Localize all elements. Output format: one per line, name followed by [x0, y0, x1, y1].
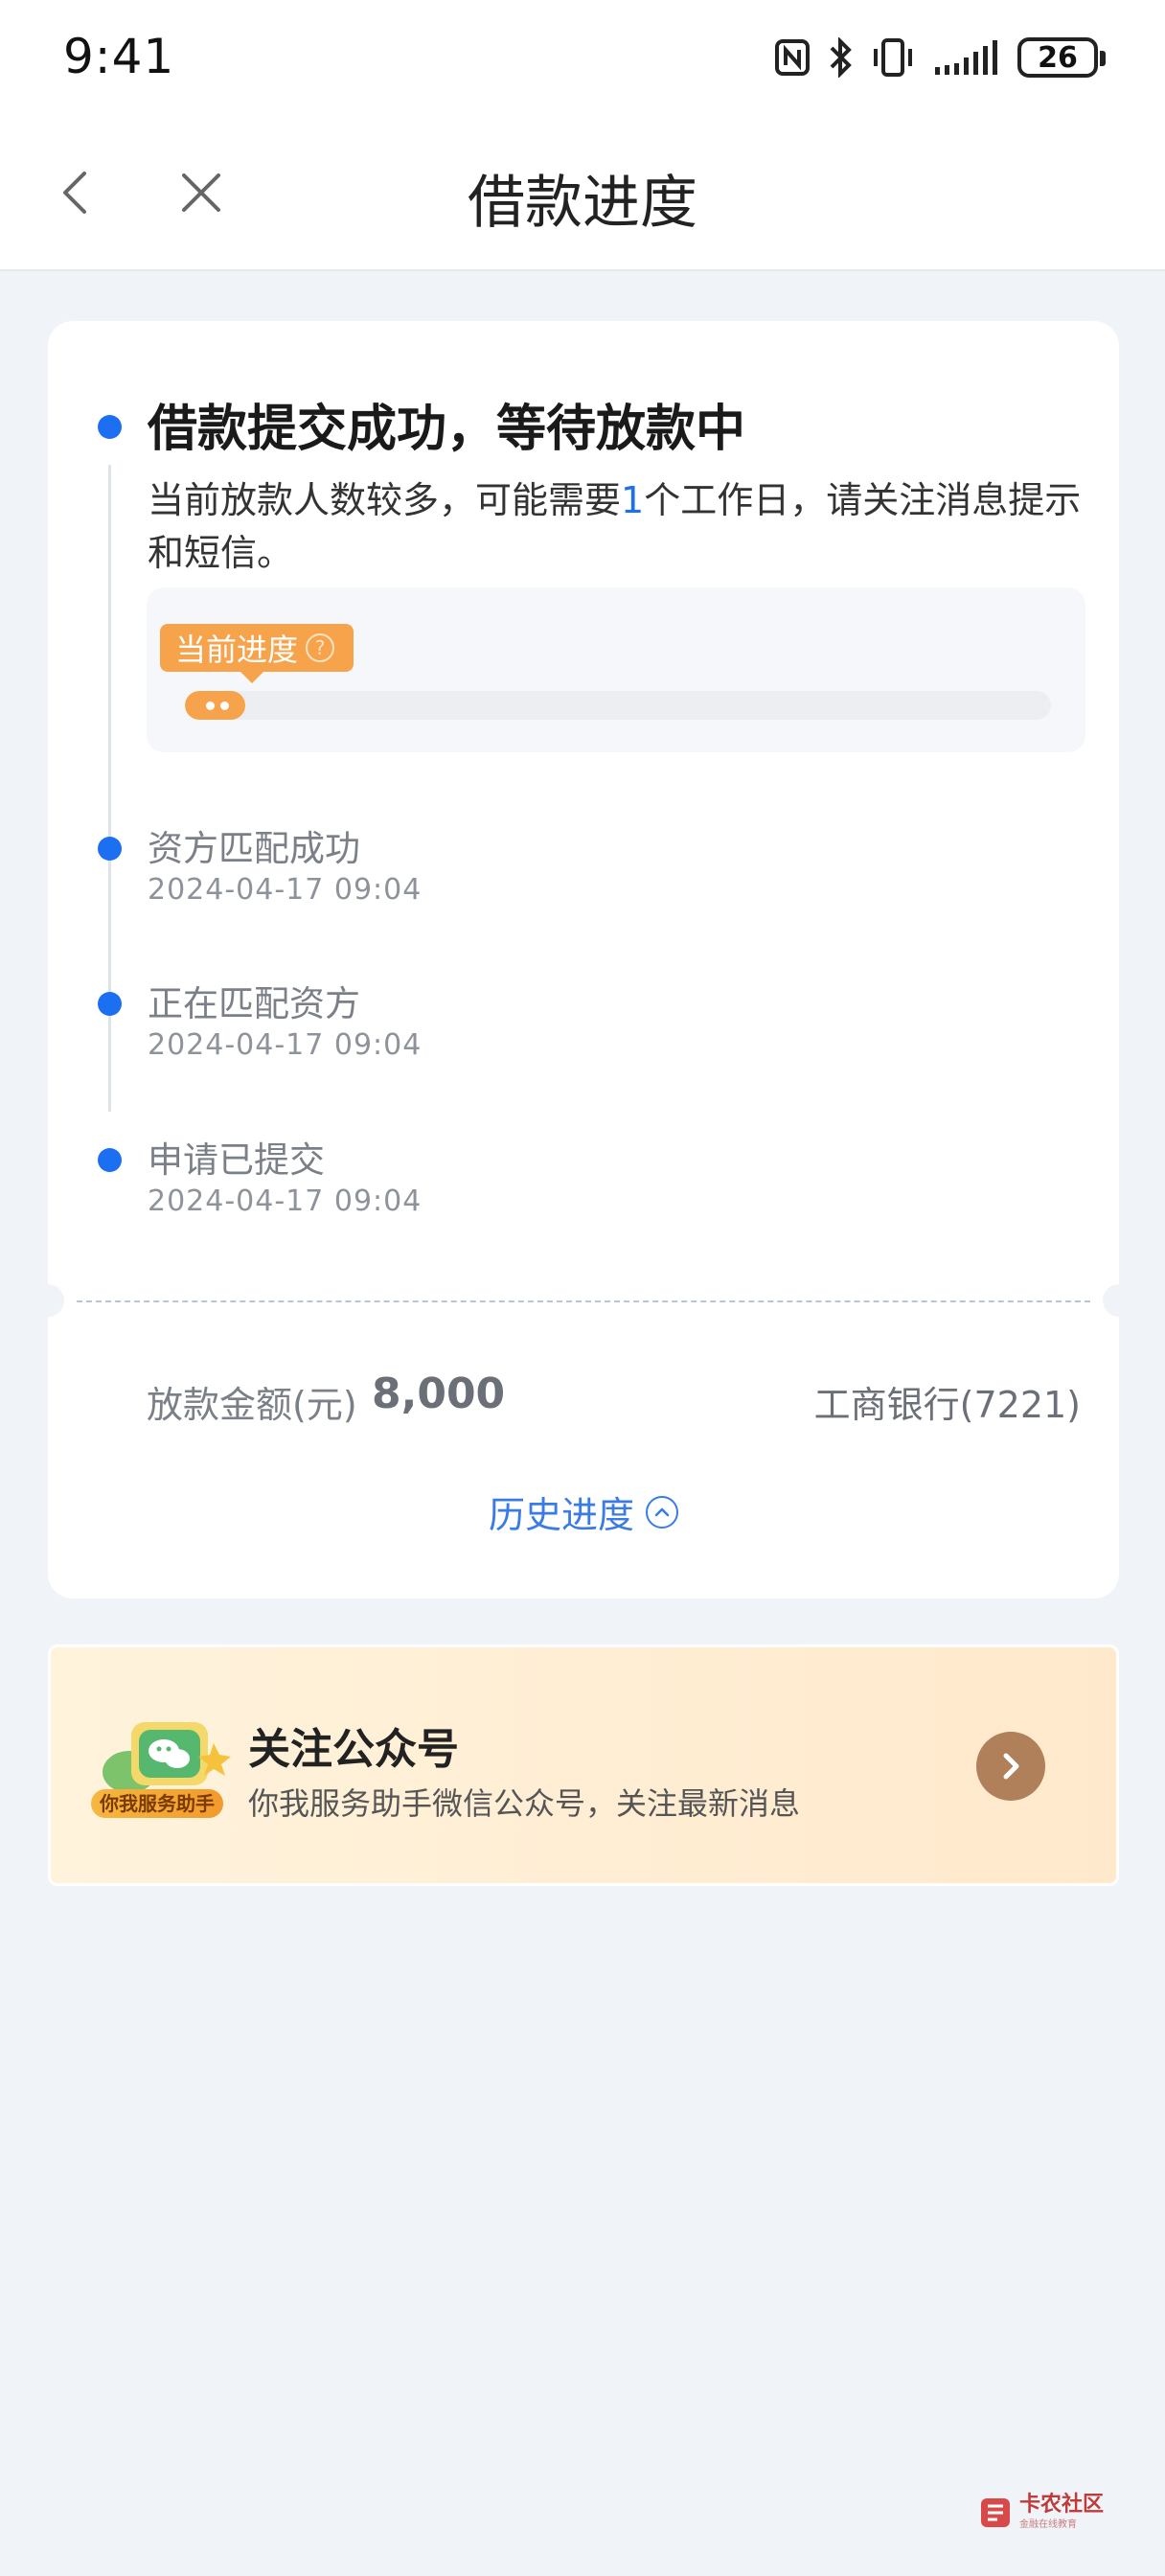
step-time: 2024-04-17 09:04: [148, 1028, 423, 1062]
service-logo: 你我服务助手: [91, 1714, 233, 1839]
bluetooth-icon: [830, 37, 852, 78]
progress-tag[interactable]: 当前进度 ?: [160, 624, 354, 683]
step-title: 申请已提交: [148, 1139, 325, 1181]
desc-text-before: 当前放款人数较多，可能需要: [148, 479, 622, 521]
watermark-text: 卡农社区: [1018, 2493, 1104, 2517]
amount-label: 放款金额(元): [147, 1384, 357, 1426]
vibrate-icon: [874, 38, 912, 77]
timeline-dot-current: [98, 415, 122, 439]
page: 9:41 26 借款进度 借款提交成功，等待放款中 当前放款人数较多，可能需要1…: [0, 0, 1165, 2576]
timeline-dot-step: [98, 1148, 122, 1172]
progress-card: 借款提交成功，等待放款中 当前放款人数较多，可能需要1个工作日，请关注消息提示和…: [32, 321, 1135, 1598]
signal-icon: [935, 40, 997, 75]
follow-desc: 你我服务助手微信公众号，关注最新消息: [248, 1785, 801, 1822]
kanong-logo-icon: [980, 2497, 1010, 2527]
timeline-dot-step: [98, 837, 122, 861]
current-step-desc: 当前放款人数较多，可能需要1个工作日，请关注消息提示和短信。: [148, 474, 1106, 580]
amount-value: 8,000: [372, 1369, 506, 1418]
step-title: 资方匹配成功: [148, 828, 360, 869]
history-link-label: 历史进度: [488, 1494, 634, 1536]
progress-bar-fill: [185, 691, 246, 720]
desc-highlight-days: 1: [621, 479, 645, 521]
step-time: 2024-04-17 09:04: [148, 873, 423, 907]
follow-account-banner[interactable]: 你我服务助手 关注公众号 你我服务助手微信公众号，关注最新消息: [48, 1644, 1119, 1886]
dashed-divider: [77, 1300, 1090, 1302]
current-step-title: 借款提交成功，等待放款中: [148, 401, 746, 458]
step-title: 正在匹配资方: [148, 983, 360, 1024]
chevron-up-circle-icon: [646, 1495, 678, 1529]
step-time: 2024-04-17 09:04: [148, 1184, 423, 1218]
wechat-icon: [103, 1722, 231, 1793]
battery-icon: 26: [1017, 37, 1106, 78]
nfc-icon: [775, 39, 810, 76]
progress-box: 当前进度 ?: [147, 587, 1085, 752]
timeline-dot-step: [98, 992, 122, 1016]
progress-tag-label: 当前进度: [175, 632, 299, 668]
bank-account: 工商银行(7221): [813, 1384, 1081, 1426]
page-title: 借款进度: [468, 170, 697, 237]
history-progress-link[interactable]: 历史进度: [48, 1485, 1119, 1538]
help-icon: ?: [306, 633, 335, 662]
follow-arrow-button[interactable]: [976, 1732, 1045, 1801]
watermark-sub: 金融在线教育: [1018, 2519, 1077, 2530]
card-notch: [32, 1284, 64, 1317]
status-time: 9:41: [63, 29, 175, 84]
watermark: 卡农社区 金融在线教育: [979, 2495, 1104, 2530]
status-bar: 9:41 26: [0, 0, 1165, 120]
follow-title: 关注公众号: [248, 1725, 459, 1774]
nav-bar: 借款进度: [0, 120, 1165, 271]
logo-badge: 你我服务助手: [91, 1789, 223, 1818]
card-notch: [1103, 1284, 1135, 1317]
status-icons: 26: [774, 34, 1106, 80]
chevron-right-icon: [1003, 1753, 1019, 1780]
progress-bar: [185, 691, 1051, 720]
